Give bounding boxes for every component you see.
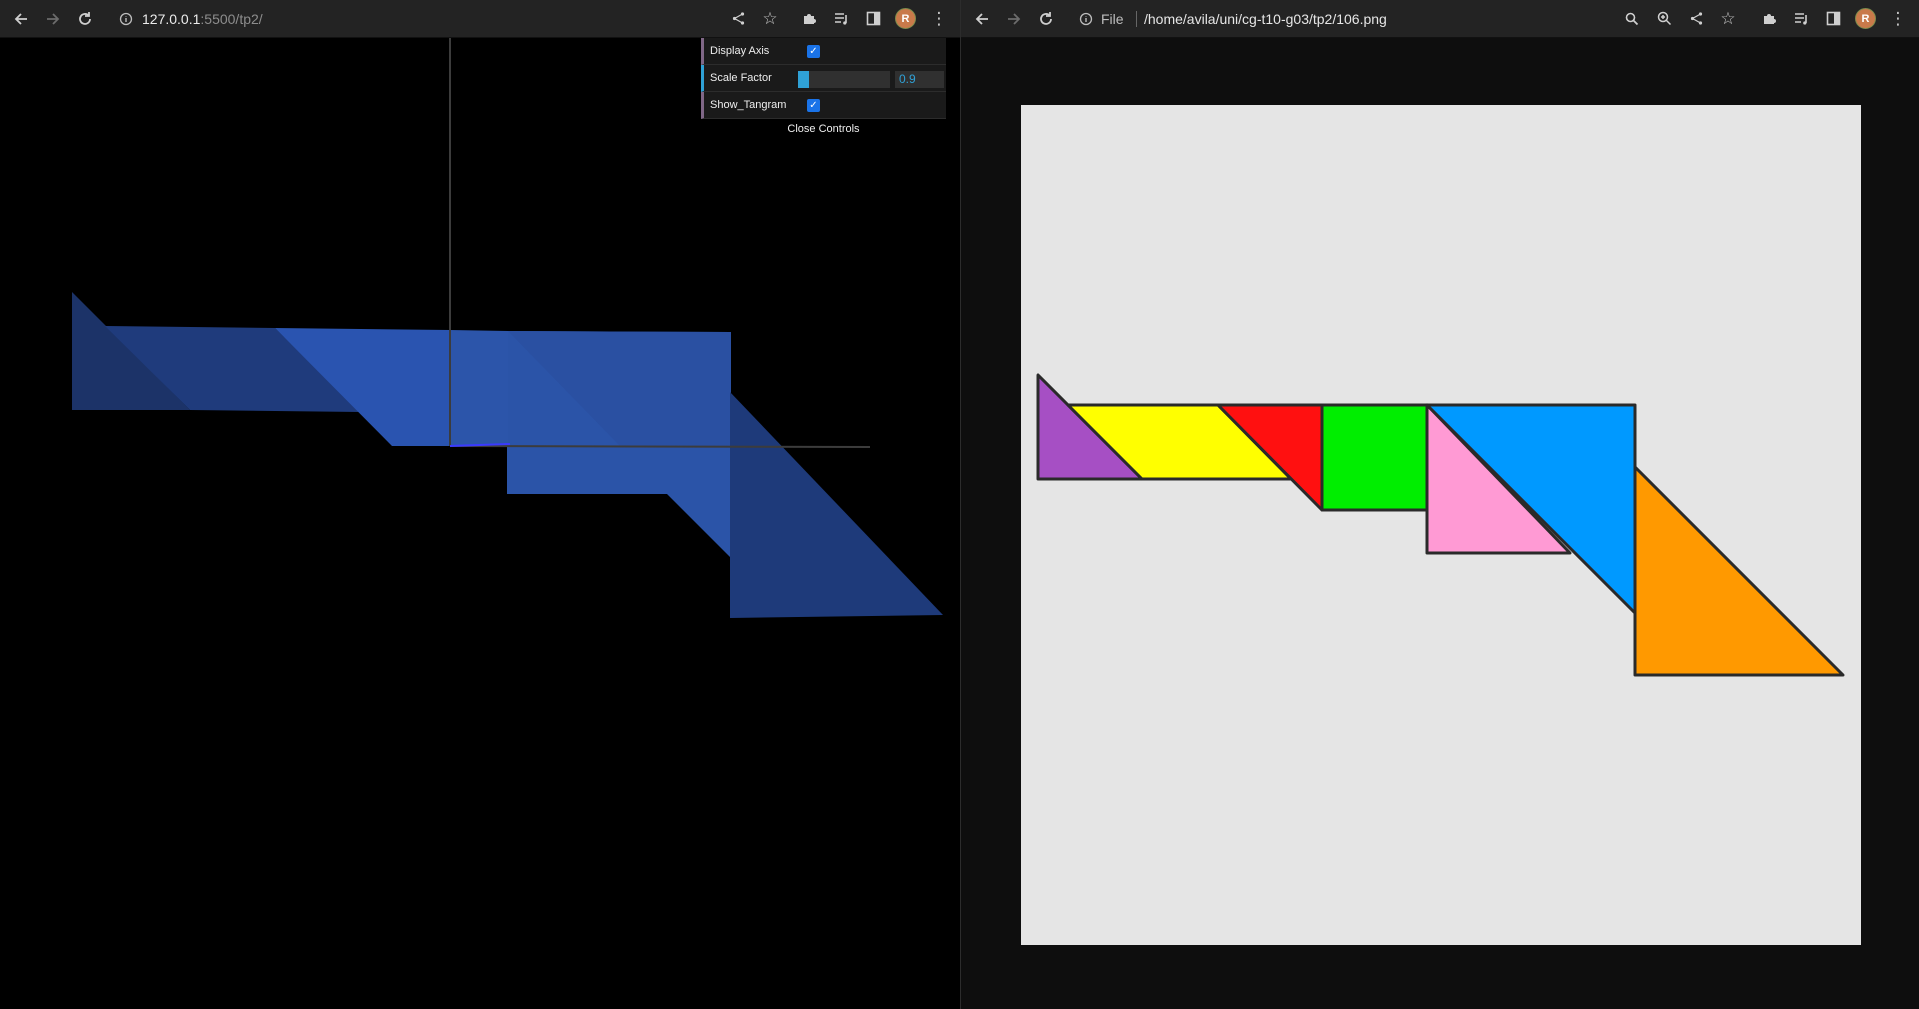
scale-factor-input[interactable]: 0.9: [895, 71, 944, 88]
tangram-image[interactable]: [1021, 105, 1861, 945]
reload-icon[interactable]: [74, 0, 96, 37]
show-tangram-checkbox[interactable]: ✓: [807, 99, 820, 112]
scale-factor-label: Scale Factor: [710, 72, 772, 84]
back-arrow-icon[interactable]: [971, 0, 993, 37]
scale-factor-slider-fill: [798, 71, 810, 88]
gui-scale-factor-row: Scale Factor 0.9: [701, 65, 946, 92]
image-viewer: [961, 38, 1919, 1009]
right-browser-window: File /home/avila/uni/cg-t10-g03/tp2/106.…: [961, 0, 1919, 1009]
webgl-canvas[interactable]: [0, 38, 960, 1009]
profile-avatar-icon[interactable]: R: [895, 8, 916, 29]
tangram-3d-scene: [72, 38, 943, 618]
address-bar-url[interactable]: /home/avila/uni/cg-t10-g03/tp2/106.png: [1144, 0, 1387, 37]
share-icon[interactable]: [1685, 0, 1707, 37]
url-path: :5500/tp2/: [200, 10, 263, 27]
piece-green-square: [1320, 403, 1429, 512]
bookmark-star-icon[interactable]: ☆: [1717, 0, 1739, 37]
kebab-menu-icon[interactable]: ⋮: [928, 0, 950, 37]
gui-show-tangram-row: Show_Tangram ✓: [701, 92, 946, 119]
url-scheme-label: File: [1101, 10, 1124, 27]
back-arrow-icon[interactable]: [10, 0, 32, 37]
url-host: 127.0.0.1: [142, 10, 201, 27]
forward-arrow-icon[interactable]: [42, 0, 64, 37]
dat-gui-panel: Display Axis ✓ Scale Factor 0.9 Show_Tan…: [701, 38, 946, 139]
gui-display-axis-row: Display Axis ✓: [701, 38, 946, 65]
site-info-icon[interactable]: [115, 0, 137, 37]
site-info-icon[interactable]: [1075, 0, 1097, 37]
bookmark-star-icon[interactable]: ☆: [759, 0, 781, 37]
kebab-menu-icon[interactable]: ⋮: [1887, 0, 1909, 37]
piece-center-square: [450, 330, 508, 446]
side-panel-icon[interactable]: [1822, 0, 1844, 37]
display-axis-checkbox[interactable]: ✓: [807, 45, 820, 58]
piece-lower-right-triangle: [730, 392, 943, 618]
x-axis-line: [449, 445, 871, 448]
scale-factor-slider[interactable]: [798, 71, 890, 88]
extensions-puzzle-icon[interactable]: [798, 0, 820, 37]
tangram-2d-figure: [1036, 373, 1845, 677]
right-browser-toolbar: File /home/avila/uni/cg-t10-g03/tp2/106.…: [961, 0, 1919, 38]
side-panel-icon[interactable]: [862, 0, 884, 37]
display-axis-label: Display Axis: [710, 45, 770, 57]
piece-lower-block: [507, 446, 731, 558]
forward-arrow-icon[interactable]: [1003, 0, 1025, 37]
address-bar-url[interactable]: 127.0.0.1:5500/tp2/: [142, 0, 263, 37]
piece-orange-triangle: [1633, 465, 1845, 677]
reload-icon[interactable]: [1035, 0, 1057, 37]
search-icon[interactable]: [1621, 0, 1643, 37]
profile-avatar-icon[interactable]: R: [1855, 8, 1876, 29]
show-tangram-label: Show_Tangram: [710, 99, 787, 111]
left-browser-window: 127.0.0.1:5500/tp2/ ☆ R ⋮ Display Axis …: [0, 0, 960, 1009]
url-separator: [1136, 11, 1137, 27]
zoom-icon[interactable]: [1653, 0, 1675, 37]
left-browser-toolbar: 127.0.0.1:5500/tp2/ ☆ R ⋮: [0, 0, 960, 38]
share-icon[interactable]: [727, 0, 749, 37]
media-queue-icon[interactable]: [1790, 0, 1812, 37]
extensions-puzzle-icon[interactable]: [1758, 0, 1780, 37]
media-queue-icon[interactable]: [830, 0, 852, 37]
close-controls-button[interactable]: Close Controls: [701, 119, 946, 139]
